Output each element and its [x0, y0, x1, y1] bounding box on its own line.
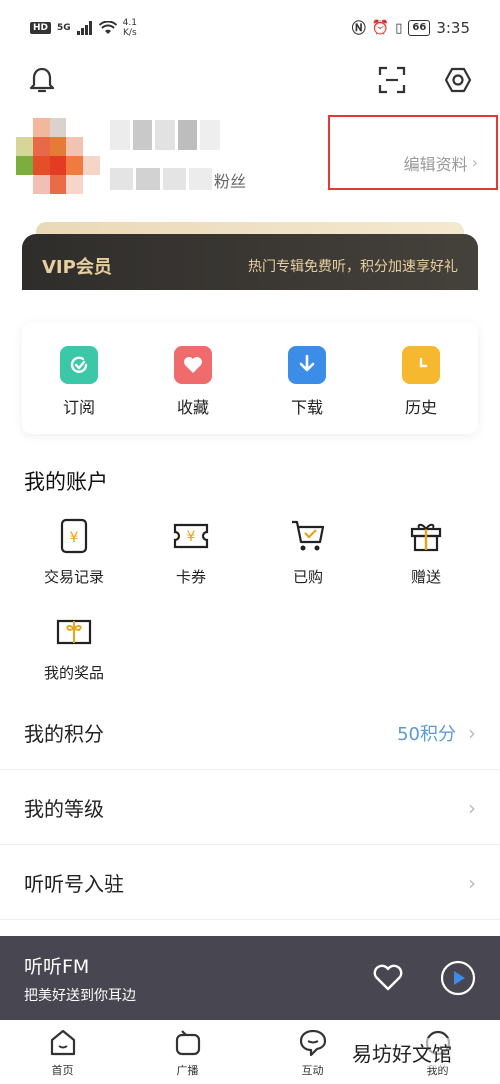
receipt-icon: ¥: [54, 516, 94, 556]
account-item-label: 已购: [292, 568, 323, 586]
signal-label: 5G: [57, 23, 71, 33]
clock-time: 3:35: [436, 19, 470, 37]
quick-action-label: 订阅: [62, 398, 95, 417]
vip-title: VIP会员: [42, 257, 112, 278]
row-title: 听听号入驻: [24, 872, 124, 896]
fans-label: 粉丝: [214, 172, 247, 191]
play-icon[interactable]: [440, 960, 476, 996]
svg-text:¥: ¥: [187, 529, 196, 545]
gift-icon: [406, 516, 446, 556]
username-blurred: [110, 120, 220, 150]
gear-icon: [444, 67, 472, 93]
row-my-points[interactable]: 我的积分 50积分 ›: [0, 696, 500, 770]
nfc-icon: Ⓝ: [351, 21, 366, 37]
scan-icon: [378, 66, 406, 94]
quick-action-favorites[interactable]: 收藏: [136, 322, 250, 434]
settings-button[interactable]: [440, 62, 476, 98]
favorite-heart-icon[interactable]: [372, 964, 404, 992]
row-title: 我的积分: [24, 722, 104, 746]
chevron-right-icon: ›: [468, 795, 476, 820]
svg-text:¥: ¥: [70, 530, 79, 546]
account-item-label: 我的奖品: [43, 664, 104, 682]
signal-icon: [76, 21, 92, 35]
quick-actions-card: 订阅 收藏 下载 历史: [22, 322, 478, 434]
player-subtitle: 把美好送到你耳边: [24, 987, 136, 1004]
network-speed: 4.1 K/s: [122, 18, 137, 38]
status-bar: HD 5G 4.1 K/s Ⓝ ⏰ ▯ 66 3:35: [0, 0, 500, 56]
vibrate-icon: ▯: [395, 20, 403, 36]
vip-card: VIP会员 热门专辑免费听，积分加速享好礼: [22, 234, 478, 298]
avatar[interactable]: [16, 118, 100, 194]
hd-badge: HD: [30, 22, 52, 34]
battery-indicator: 66: [408, 20, 431, 36]
account-item-gift[interactable]: 赠送: [376, 516, 476, 587]
quick-action-label: 收藏: [176, 398, 209, 417]
wifi-icon: [98, 21, 117, 34]
quick-action-label: 历史: [404, 398, 437, 417]
alarm-icon: ⏰: [371, 20, 390, 36]
chevron-right-icon: ›: [468, 870, 476, 895]
nav-label: 广播: [176, 1064, 199, 1077]
chat-icon: [299, 1029, 326, 1057]
account-item-coupons[interactable]: ¥ 卡券: [141, 516, 241, 587]
account-item-label: 赠送: [410, 568, 441, 586]
prize-icon: [54, 612, 94, 652]
edit-profile-button[interactable]: 编辑资料 ›: [328, 115, 498, 190]
quick-action-history[interactable]: 历史: [364, 322, 478, 434]
radio-icon: [175, 1030, 200, 1056]
account-item-prizes[interactable]: 我的奖品: [24, 612, 124, 683]
download-icon: [288, 346, 326, 384]
player-title: 听听FM: [24, 955, 90, 978]
fans-count-blurred: [110, 168, 212, 190]
chevron-right-icon: ›: [468, 720, 476, 745]
ticket-icon: ¥: [171, 516, 211, 556]
clock-icon: [402, 346, 440, 384]
row-my-level[interactable]: 我的等级 ›: [0, 771, 500, 845]
edit-profile-label: 编辑资料: [403, 154, 468, 174]
quick-action-download[interactable]: 下载: [250, 322, 364, 434]
account-item-transactions[interactable]: ¥ 交易记录: [24, 516, 124, 587]
bell-icon: [29, 67, 55, 93]
nav-label: 首页: [51, 1064, 74, 1077]
chevron-right-icon: ›: [471, 153, 478, 172]
quick-action-label: 下载: [290, 398, 323, 417]
cart-icon: [288, 516, 328, 556]
account-item-label: 卡券: [175, 568, 206, 586]
account-item-purchased[interactable]: 已购: [258, 516, 358, 587]
vip-banner[interactable]: VIP会员 热门专辑免费听，积分加速享好礼: [22, 212, 478, 298]
points-value: 50积分: [397, 723, 456, 745]
notification-button[interactable]: [24, 62, 60, 98]
subscribe-icon: [60, 346, 98, 384]
nav-label: 互动: [301, 1064, 324, 1077]
scan-button[interactable]: [374, 62, 410, 98]
row-title: 我的等级: [24, 797, 104, 821]
nav-radio[interactable]: 广播: [125, 1020, 250, 1084]
account-item-label: 交易记录: [43, 568, 104, 586]
nav-home[interactable]: 首页: [0, 1020, 125, 1084]
vip-description: 热门专辑免费听，积分加速享好礼: [248, 259, 458, 275]
mini-player[interactable]: 听听FM 把美好送到你耳边: [0, 936, 500, 1020]
row-creator-join[interactable]: 听听号入驻 ›: [0, 846, 500, 920]
watermark-text: 易坊好文馆: [352, 1038, 452, 1067]
heart-icon: [174, 346, 212, 384]
account-section-title: 我的账户: [24, 470, 108, 494]
quick-action-subscribe[interactable]: 订阅: [22, 322, 136, 434]
home-icon: [50, 1029, 75, 1056]
